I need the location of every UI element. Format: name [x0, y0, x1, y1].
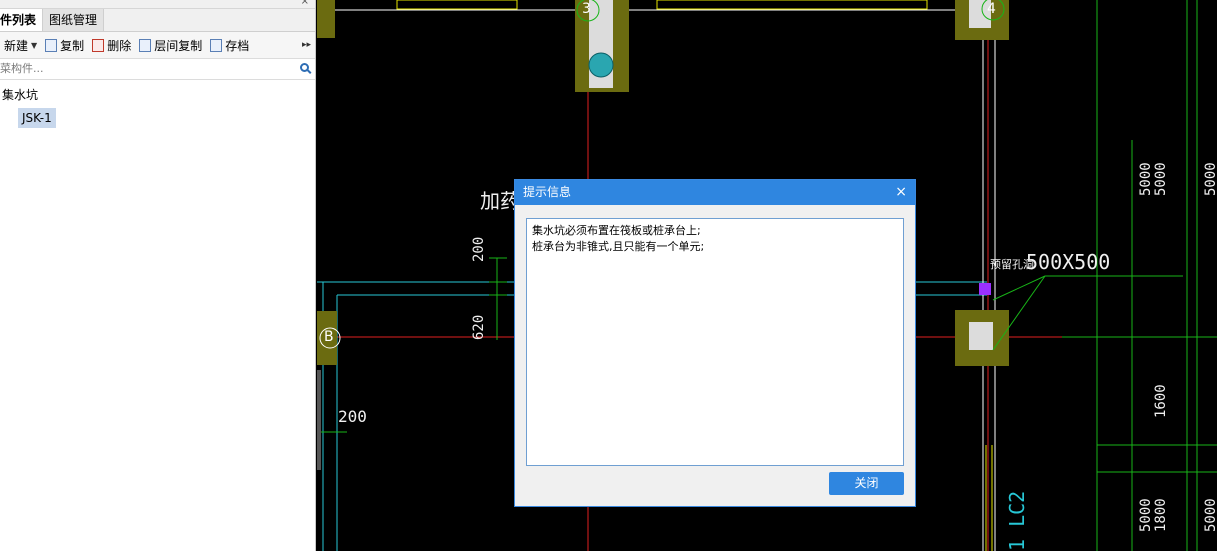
- dim-5000-a: 5000: [1138, 162, 1154, 196]
- copy-button[interactable]: 复制: [45, 37, 84, 54]
- copy-button-label: 复制: [60, 38, 85, 53]
- dim-5000-e: 5000: [1203, 498, 1217, 532]
- cad-text-hole-size: 500X500: [1026, 250, 1111, 274]
- close-button[interactable]: 关闭: [829, 472, 904, 495]
- dim-200-top: 200: [471, 236, 487, 262]
- delete-button[interactable]: 删除: [92, 37, 131, 54]
- message-line-1: 集水坑必须布置在筏板或桩承台上;: [532, 224, 701, 237]
- message-line-2: 桩承台为非锥式,且只能有一个单元;: [532, 240, 705, 253]
- tab-drawing-management[interactable]: 图纸管理: [43, 9, 105, 31]
- chevron-down-icon[interactable]: ▼: [31, 41, 37, 50]
- archive-button[interactable]: 存档: [210, 37, 249, 54]
- copy-icon: [45, 38, 58, 52]
- dialog-title: 提示信息: [523, 185, 572, 199]
- message-dialog: 提示信息 × 集水坑必须布置在筏板或桩承台上; 桩承台为非锥式,且只能有一个单元…: [514, 179, 916, 507]
- axis-label-4: 4: [987, 1, 996, 17]
- dim-1800: 1800: [1153, 498, 1169, 532]
- floor-copy-button[interactable]: 层间复制: [139, 37, 202, 54]
- search-placeholder: 菜构件...: [0, 62, 44, 75]
- tree-item-jsk-1[interactable]: JSK-1: [18, 108, 56, 128]
- tree-category-sump[interactable]: 集水坑: [2, 86, 38, 103]
- search-icon[interactable]: [300, 63, 309, 72]
- new-button-label: 新建: [4, 38, 29, 53]
- dim-200-left: 200: [338, 407, 367, 426]
- toolbar-overflow-icon[interactable]: ▸▸: [302, 40, 311, 50]
- dim-5000-c: 5000: [1203, 162, 1217, 196]
- axis-label-3: 3: [582, 1, 591, 17]
- floor-copy-icon: [139, 38, 152, 52]
- floor-copy-button-label: 层间复制: [154, 38, 203, 53]
- panel-toolbar: 新建 ▼ 复制 删除 层间复制 存档 ▸▸: [0, 32, 315, 59]
- close-icon[interactable]: ×: [895, 180, 907, 205]
- archive-button-label: 存档: [225, 38, 250, 53]
- dim-5000-d: 5000: [1138, 498, 1154, 532]
- component-search-input[interactable]: 菜构件...: [0, 59, 315, 80]
- archive-icon: [210, 38, 223, 52]
- dim-620: 620: [471, 314, 487, 340]
- dialog-title-bar[interactable]: 提示信息 ×: [515, 180, 915, 205]
- cad-text-column-tag: 1 LC2: [1005, 490, 1029, 551]
- dim-1600: 1600: [1153, 384, 1169, 418]
- dim-5000-b: 5000: [1153, 162, 1169, 196]
- new-button[interactable]: 新建 ▼: [4, 37, 37, 54]
- delete-button-label: 删除: [107, 38, 132, 53]
- close-icon[interactable]: ×: [301, 0, 309, 8]
- dialog-message-box: 集水坑必须布置在筏板或桩承台上; 桩承台为非锥式,且只能有一个单元;: [526, 218, 904, 466]
- tab-component-list[interactable]: 件列表: [0, 9, 44, 31]
- panel-tabs: 件列表 图纸管理: [0, 9, 315, 32]
- panel-header-strip: ×: [0, 0, 315, 9]
- delete-icon: [92, 38, 105, 52]
- component-panel: × 件列表 图纸管理 新建 ▼ 复制 删除 层间复制 存档 ▸▸ 菜构件... …: [0, 0, 316, 551]
- axis-label-b: B: [324, 329, 334, 345]
